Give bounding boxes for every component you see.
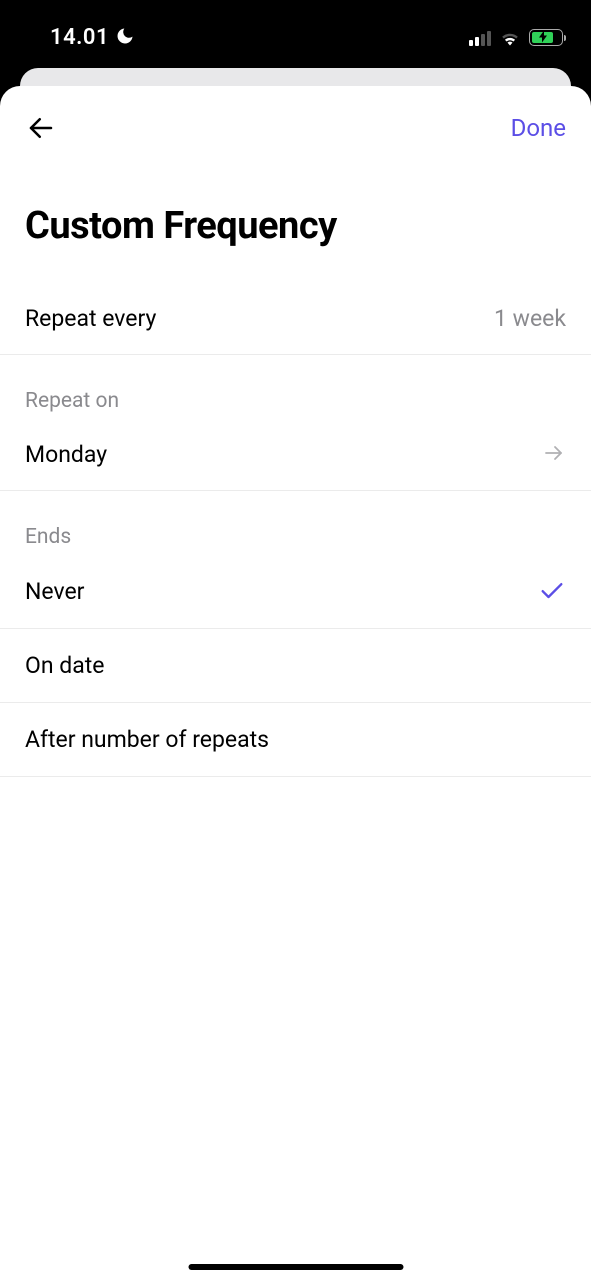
done-button[interactable]: Done	[511, 114, 566, 142]
ends-section: Never On date After number of repeats	[0, 555, 591, 777]
ends-option-label: After number of repeats	[25, 726, 269, 753]
ends-header: Ends	[0, 491, 591, 555]
moon-icon	[115, 26, 135, 50]
home-indicator[interactable]	[188, 1264, 403, 1270]
nav-bar: Done	[0, 86, 591, 154]
page-title: Custom Frequency	[0, 154, 591, 283]
repeat-on-row[interactable]: Monday	[0, 419, 591, 491]
ends-option-label: On date	[25, 652, 104, 679]
repeat-on-header: Repeat on	[0, 355, 591, 419]
ends-option-never[interactable]: Never	[0, 555, 591, 629]
status-left: 14.01	[50, 25, 135, 50]
repeat-every-label: Repeat every	[25, 305, 156, 332]
cellular-signal-icon	[469, 30, 491, 46]
ends-option-label: Never	[25, 578, 84, 605]
main-sheet: Done Custom Frequency Repeat every 1 wee…	[0, 86, 591, 1280]
chevron-right-icon	[542, 441, 566, 469]
charging-bolt-icon	[539, 30, 547, 45]
ends-option-after-repeats[interactable]: After number of repeats	[0, 703, 591, 777]
status-right	[469, 29, 563, 46]
back-button[interactable]	[25, 112, 57, 144]
battery-icon	[529, 29, 563, 46]
status-time: 14.01	[50, 25, 109, 50]
repeat-every-row[interactable]: Repeat every 1 week	[0, 283, 591, 355]
ends-option-on-date[interactable]: On date	[0, 629, 591, 703]
wifi-icon	[499, 30, 521, 46]
repeat-every-value: 1 week	[494, 305, 566, 332]
check-icon	[538, 576, 566, 608]
arrow-left-icon	[26, 113, 56, 143]
repeat-on-value: Monday	[25, 441, 107, 468]
status-bar: 14.01	[0, 0, 591, 75]
